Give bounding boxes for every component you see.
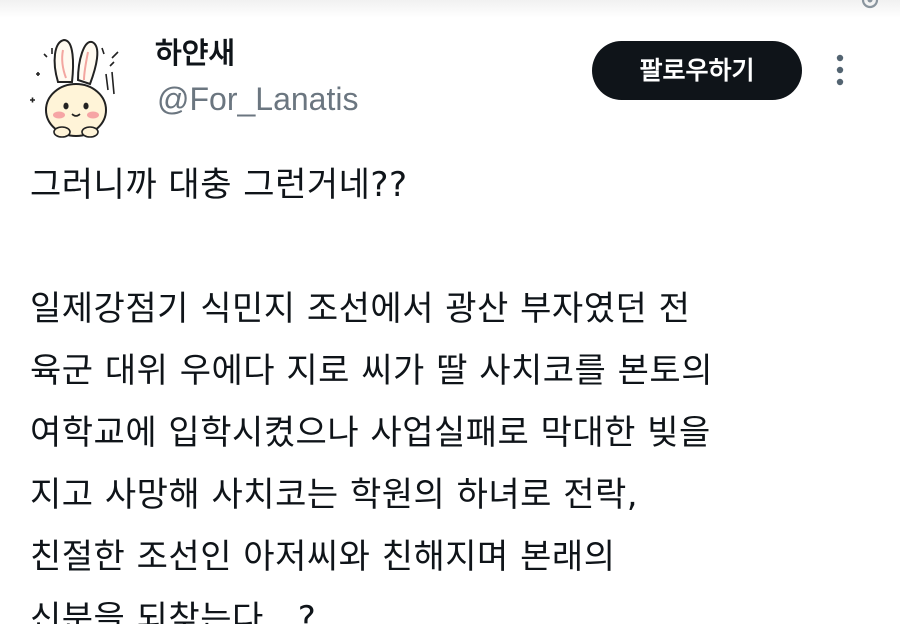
tweet-text-line: 친절한 조선인 아저씨와 친해지며 본래의: [30, 537, 616, 577]
corner-settings-icon[interactable]: [856, 0, 884, 16]
top-edge-divider: [0, 0, 900, 18]
tweet-text-line: 지고 사망해 사치코는 학원의 하녀로 전락,: [30, 475, 639, 515]
tweet-paragraph-gap: [30, 216, 890, 278]
vertical-dots-icon[interactable]: [826, 50, 854, 90]
author-handle[interactable]: @For_Lanatis: [157, 80, 358, 118]
author-avatar[interactable]: [22, 34, 134, 140]
author-display-name[interactable]: 하얀새: [155, 34, 235, 72]
tweet-text-line: 그러니까 대충 그런거네??: [30, 165, 408, 205]
bunny-avatar-icon: [30, 38, 119, 138]
tweet-text-line: 여학교에 입학시켰으나 사업실패로 막대한 빚을: [30, 413, 711, 453]
tweet-text-line: 신분을 되찾는다...?: [30, 599, 317, 624]
tweet-text-line: 육군 대위 우에다 지로 씨가 딸 사치코를 본토의: [30, 351, 713, 391]
tweet-text-line: 일제강점기 식민지 조선에서 광산 부자였던 전: [30, 289, 691, 329]
tweet-text: 그러니까 대충 그런거네?? 일제강점기 식민지 조선에서 광산 부자였던 전 …: [30, 154, 890, 624]
follow-button[interactable]: 팔로우하기: [592, 41, 802, 100]
